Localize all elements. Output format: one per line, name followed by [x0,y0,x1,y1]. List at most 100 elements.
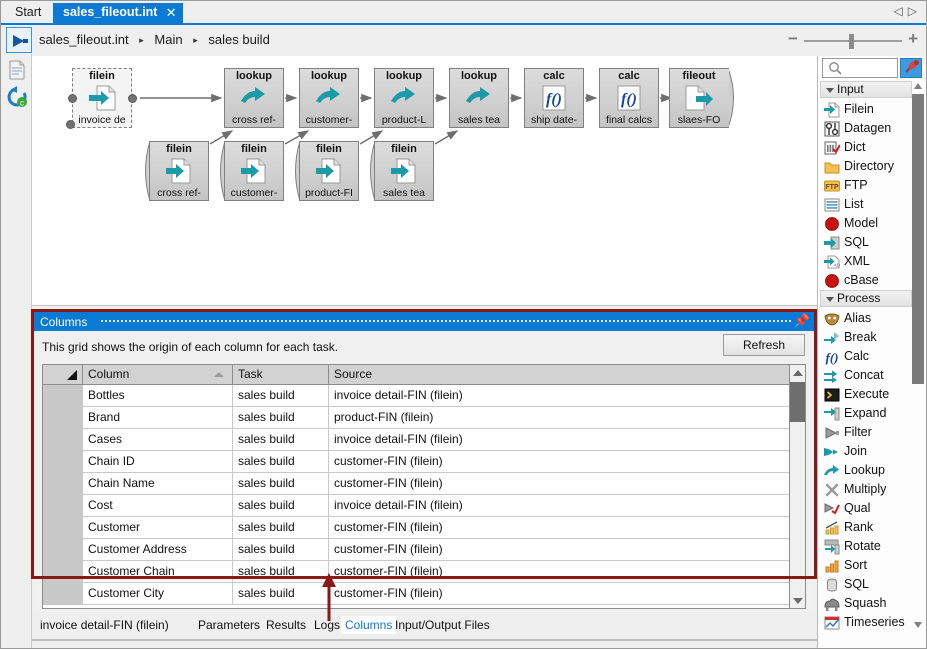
zoom-in-button[interactable]: + [908,30,918,47]
table-row[interactable]: Chain ID sales build customer-FIN (filei… [43,451,806,473]
bottom-tab-input-output[interactable]: Input/Output Files [395,616,490,634]
tab-sales-fileout[interactable]: sales_fileout.int ✕ [53,3,183,23]
table-row[interactable]: Customer sales build customer-FIN (filei… [43,517,806,539]
document-icon[interactable] [6,59,28,81]
row-selector[interactable] [43,385,83,406]
flow-canvas[interactable]: filein invoice de lookup cross ref- look… [32,56,819,306]
row-selector[interactable] [43,517,83,538]
tab-start[interactable]: Start [5,3,51,23]
row-selector[interactable] [43,429,83,450]
breadcrumb-item-file[interactable]: sales_fileout.int [39,32,129,47]
flow-node-lookup-cross-ref[interactable]: lookup cross ref- [224,68,284,128]
palette-item-dict[interactable]: Dict [822,138,914,157]
flow-node-calc-ship-date[interactable]: calc f() ship date- [524,68,584,128]
flow-node-calc-final-calcs[interactable]: calc f() final calcs [599,68,659,128]
palette-item-sql-input[interactable]: SQL [822,233,914,252]
palette-scrollbar[interactable] [912,80,925,649]
row-selector[interactable] [43,561,83,582]
zoom-slider[interactable]: − + [788,34,918,48]
palette-item-xml[interactable]: </> XML [822,252,914,271]
palette-item-list[interactable]: List [822,195,914,214]
palette-item-multiply[interactable]: Multiply [822,480,914,499]
component-palette[interactable]: Input Filein Datagen [817,56,926,649]
flow-node-lookup-product-l[interactable]: lookup product-L [374,68,434,128]
table-row[interactable]: Bottles sales build invoice detail-FIN (… [43,385,806,407]
node-port-out[interactable] [128,94,137,103]
scroll-up-button[interactable] [790,365,805,381]
table-row[interactable]: Customer City sales build customer-FIN (… [43,583,806,605]
palette-item-break[interactable]: Break [822,328,914,347]
breadcrumb-item-main[interactable]: Main [154,32,182,47]
flow-node-fileout-slaes-fo[interactable]: fileout slaes-FO [669,68,729,128]
search-input[interactable] [822,58,898,78]
scroll-up-icon[interactable] [914,83,922,89]
grid-header-column[interactable]: Column [83,365,233,384]
zoom-out-button[interactable]: − [788,30,798,47]
pin-icon[interactable] [900,58,922,78]
palette-group-input[interactable]: Input [820,81,912,98]
refresh-icon[interactable]: c [6,86,28,108]
grid-header-source[interactable]: Source [329,365,791,384]
pin-icon[interactable]: 📌 [794,314,810,328]
bottom-tab-logs[interactable]: Logs [314,616,340,634]
palette-item-alias[interactable]: Alias [822,309,914,328]
table-row[interactable]: Customer Chain sales build customer-FIN … [43,561,806,583]
palette-item-rotate[interactable]: Rotate [822,537,914,556]
run-button[interactable] [6,27,32,53]
flow-node-lookup-sales-tea[interactable]: lookup sales tea [449,68,509,128]
flow-node-filein-sales-tea[interactable]: filein sales tea [374,141,434,201]
palette-item-expand[interactable]: Expand [822,404,914,423]
palette-item-sort[interactable]: Sort [822,556,914,575]
palette-item-filein[interactable]: Filein [822,100,914,119]
grid-select-all-corner[interactable] [43,365,83,384]
bottom-tab-parameters[interactable]: Parameters [198,616,260,634]
palette-item-lookup[interactable]: Lookup [822,461,914,480]
bottom-tab-columns[interactable]: Columns [341,616,396,634]
scroll-down-icon[interactable] [914,622,922,628]
bottom-tab-results[interactable]: Results [266,616,306,634]
palette-item-execute[interactable]: Execute [822,385,914,404]
palette-item-sql[interactable]: SQL [822,575,914,594]
row-selector[interactable] [43,451,83,472]
palette-group-process[interactable]: Process [820,290,912,307]
breadcrumb-item-sales-build[interactable]: sales build [208,32,269,47]
flow-node-filein-cross-ref[interactable]: filein cross ref- [149,141,209,201]
palette-item-cbase[interactable]: cBase [822,271,914,290]
row-selector[interactable] [43,539,83,560]
flow-node-filein-customer[interactable]: filein customer- [224,141,284,201]
row-selector[interactable] [43,473,83,494]
palette-item-datagen[interactable]: Datagen [822,119,914,138]
table-row[interactable]: Cases sales build invoice detail-FIN (fi… [43,429,806,451]
table-row[interactable]: Customer Address sales build customer-FI… [43,539,806,561]
palette-item-rank[interactable]: Rank [822,518,914,537]
scroll-down-button[interactable] [790,593,805,609]
chevron-right-icon[interactable]: ▷ [908,4,922,18]
flow-node-lookup-customer[interactable]: lookup customer- [299,68,359,128]
palette-item-join[interactable]: Join [822,442,914,461]
node-port-reject[interactable] [66,120,75,129]
flow-node-filein-product-fi[interactable]: filein product-FI [299,141,359,201]
zoom-slider-thumb[interactable] [849,34,854,49]
table-row[interactable]: Chain Name sales build customer-FIN (fil… [43,473,806,495]
palette-item-model[interactable]: Model [822,214,914,233]
node-port-in[interactable] [68,94,77,103]
columns-grid[interactable]: Column Task Source Bottles sales build [42,364,806,609]
scrollbar-thumb[interactable] [790,382,805,422]
row-selector[interactable] [43,407,83,428]
palette-scrollbar-thumb[interactable] [912,94,924,384]
table-row[interactable]: Brand sales build product-FIN (filein) [43,407,806,429]
palette-item-timeseries[interactable]: Timeseries [822,613,914,632]
palette-item-concat[interactable]: Concat [822,366,914,385]
close-icon[interactable]: ✕ [166,3,177,22]
palette-item-filter[interactable]: Filter [822,423,914,442]
grid-header-task[interactable]: Task [233,365,329,384]
row-selector[interactable] [43,495,83,516]
tab-nav-arrows[interactable]: ◁▷ [894,4,922,18]
palette-item-directory[interactable]: Directory [822,157,914,176]
palette-item-qual[interactable]: Qual [822,499,914,518]
bottom-tab-invoice-detail[interactable]: invoice detail-FIN (filein) [40,616,169,634]
chevron-left-icon[interactable]: ◁ [894,4,908,18]
grid-vertical-scrollbar[interactable] [789,365,805,609]
flow-node-filein-invoice-de[interactable]: filein invoice de [72,68,132,128]
palette-item-squash[interactable]: Squash [822,594,914,613]
